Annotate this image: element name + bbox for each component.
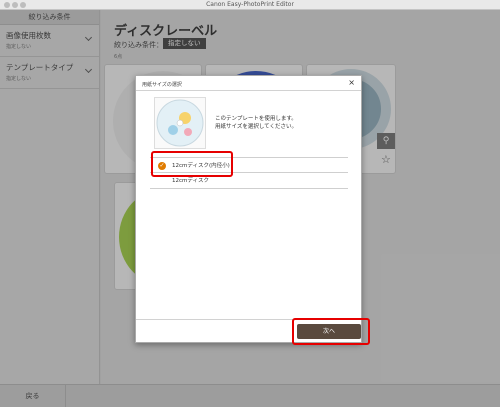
disc-preview-image: [156, 99, 204, 147]
highlight-frame-option: [151, 151, 233, 177]
highlight-frame-next: [292, 318, 370, 345]
window-title: Canon Easy-PhotoPrint Editor: [206, 1, 294, 8]
dialog-title: 用紙サイズの選択: [142, 82, 182, 88]
paper-size-dialog: 用紙サイズの選択 × このテンプレートを使用します。 用紙サイズを選択してくださ…: [135, 75, 362, 343]
title-bar: Canon Easy-PhotoPrint Editor: [0, 0, 500, 10]
divider: [136, 90, 361, 91]
dialog-message-line: 用紙サイズを選択してください。: [215, 124, 298, 130]
dialog-message: このテンプレートを使用します。 用紙サイズを選択してください。: [215, 115, 297, 131]
dialog-message-line: このテンプレートを使用します。: [215, 116, 297, 122]
close-icon[interactable]: ×: [348, 78, 355, 87]
template-preview: [154, 97, 206, 149]
